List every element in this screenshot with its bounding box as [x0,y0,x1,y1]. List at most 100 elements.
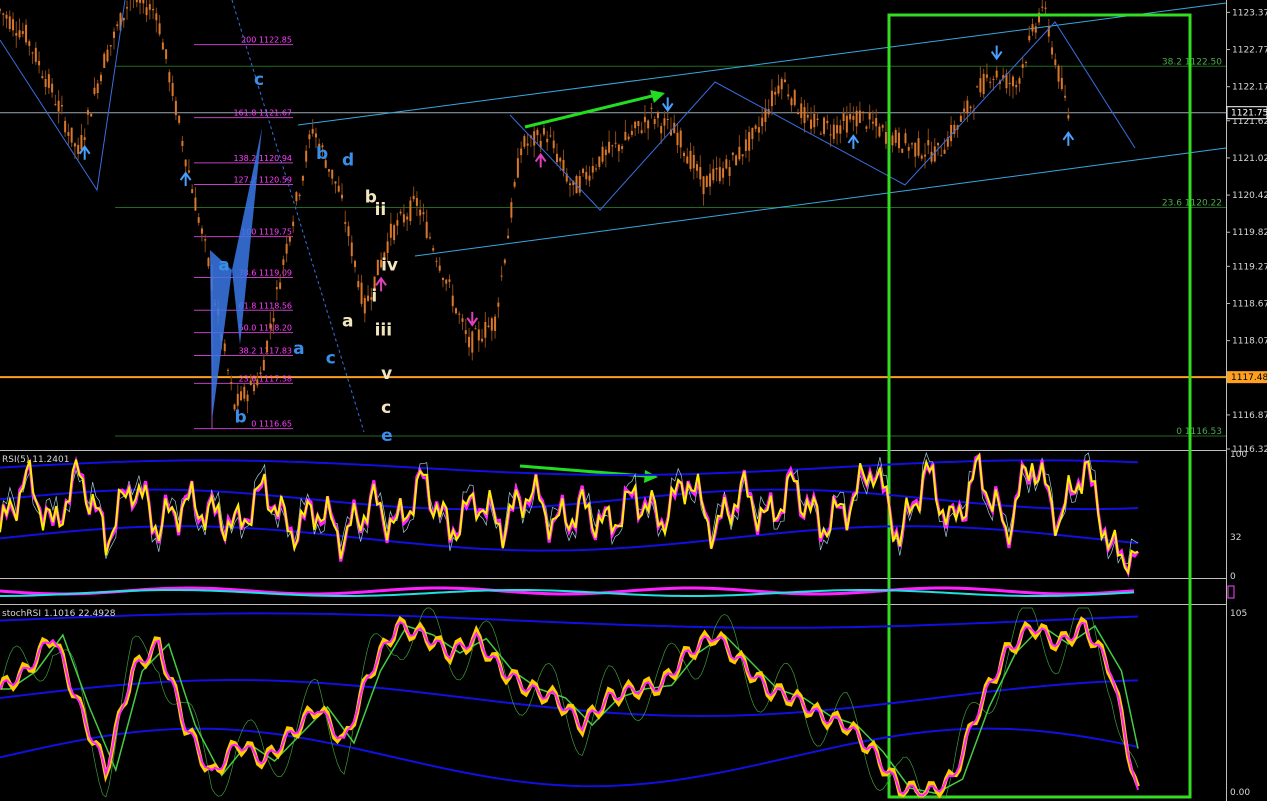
wave-label-e: e [381,426,393,446]
candle-body [468,336,471,348]
candle-body [25,24,28,43]
candle-body [34,47,37,62]
candle-body [591,165,594,173]
candle-body [285,243,288,254]
candle-body [367,295,370,301]
candle-body [884,132,887,144]
candle-body [399,211,402,214]
candle-body [60,105,63,107]
candle-body [542,128,545,135]
fib-label: 161.8 1121.67 [233,109,292,118]
candle-body [256,379,259,386]
candle-body [497,302,500,307]
candle-body [546,138,549,143]
candle-body [725,159,728,169]
wave-label-v: v [381,364,392,384]
candle-body [614,142,617,144]
candle-body [914,142,917,157]
trading-chart[interactable]: 38.2 1122.50 23.6 1120.22 0 1116.53 200 11… [0,0,1267,801]
candle-body [995,70,998,78]
candle-body [181,140,184,146]
candle-body [464,330,467,335]
candle-body [969,106,972,109]
candle-body [73,143,76,147]
wave-label-c: c [254,70,264,90]
candle-body [412,195,415,200]
candle-body [279,282,282,289]
candle-body [650,107,653,109]
candle-body [871,121,874,124]
candle-body [148,4,151,10]
candle-body [51,83,54,93]
candle-body [555,153,558,163]
candle-body [347,226,350,237]
candle-body [471,331,474,353]
candle-body [266,340,269,353]
candle-body [718,167,721,182]
candle-body [1067,115,1070,119]
candle-body [1041,6,1044,8]
candle-body [826,120,829,124]
candle-body [643,116,646,123]
candle-body [689,150,692,169]
candle-body [77,144,80,154]
candle-body [122,17,125,21]
candle-body [624,131,627,141]
candle-body [617,144,620,152]
candle-body [503,259,506,264]
candle-body [494,316,497,331]
candle-body [715,167,718,170]
candle-body [516,158,519,178]
candle-body [728,167,731,176]
candle-body [350,242,353,257]
candle-body [797,112,799,115]
wave-label-iv: iv [381,256,398,276]
candle-body [142,0,145,4]
fib-label: 127.2 1120.59 [233,176,292,185]
candle-body [917,138,920,156]
candle-body [692,154,695,169]
candle-body [536,129,539,136]
candle-body [243,386,246,399]
candle-body [393,225,396,241]
candle-body [455,308,457,314]
candle-body [598,156,601,167]
candle-body [187,170,190,173]
candle-body [109,45,112,47]
candle-body [992,78,995,80]
candle-body [722,168,725,178]
candle-body [764,108,767,122]
candle-body [230,382,233,384]
level-marker-label: 1117.48 [1231,373,1267,383]
stoch-axis-label: 105 [1230,609,1247,619]
candle-body [165,49,168,59]
candle-body [937,142,940,146]
candle-body [259,372,262,375]
candle-body [777,85,780,94]
candle-body [1051,47,1054,55]
candle-body [139,0,142,3]
candle-body [806,114,809,118]
candle-body [813,113,816,128]
candle-body [425,221,428,238]
right-fib-label: 23.6 1120.22 [1162,198,1222,208]
candle-body [240,391,243,401]
candle-body [793,90,796,105]
rsi-axis-label: 32 [1230,533,1241,543]
candle-body [683,152,685,157]
candle-body [282,259,285,265]
candle-body [5,14,8,19]
candle-body [976,86,979,88]
candle-body [679,130,682,148]
candle-body [738,146,741,160]
candle-body [562,160,565,172]
fib-label: 200 1122.85 [241,36,292,45]
candle-body [116,24,119,27]
candle-body [191,189,194,194]
candle-body [676,132,679,146]
candle-body [194,197,197,211]
candle-body [106,49,109,62]
candle-body [839,125,842,134]
candle-body [96,83,99,94]
candle-body [103,53,106,68]
